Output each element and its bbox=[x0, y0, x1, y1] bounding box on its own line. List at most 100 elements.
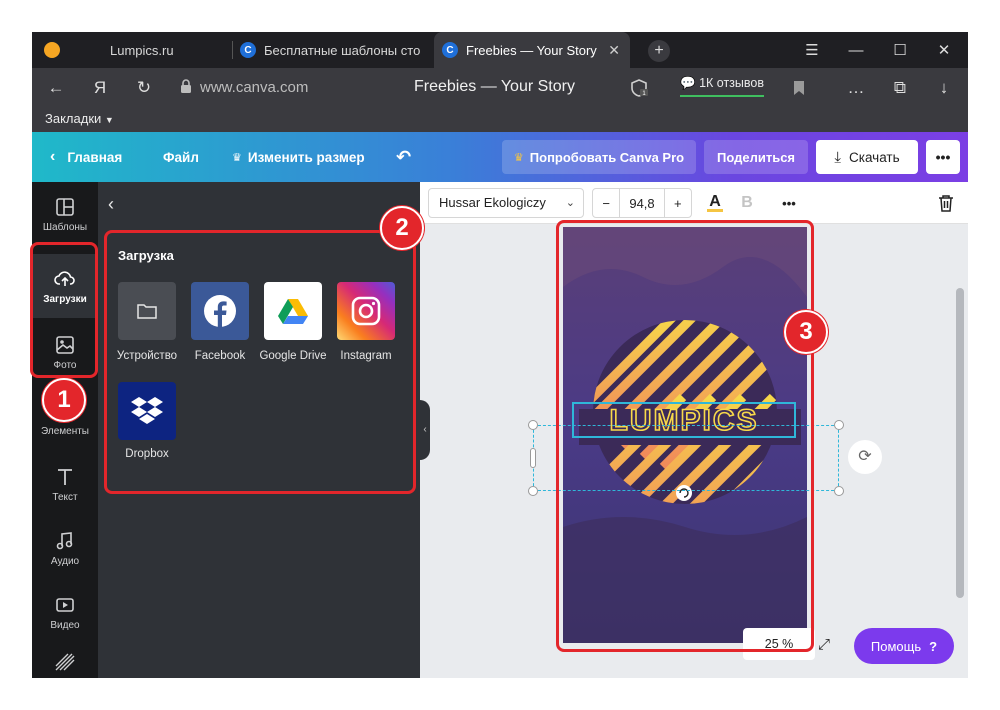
reviews-button[interactable]: 💬 1К отзывов bbox=[680, 76, 764, 97]
font-selector[interactable]: Hussar Ekologiczy ⌄ bbox=[428, 188, 584, 218]
nav-templates[interactable]: Шаблоны bbox=[32, 182, 98, 246]
resize-handle[interactable] bbox=[834, 486, 844, 496]
file-menu[interactable]: Файл bbox=[163, 132, 199, 182]
nav-label: Видео bbox=[50, 619, 80, 631]
download-icon: ⤓ bbox=[834, 148, 841, 166]
nav-audio[interactable]: Аудио bbox=[32, 516, 98, 580]
annotation-box-2 bbox=[104, 230, 416, 494]
annotation-badge-1: 1 bbox=[42, 378, 86, 422]
resize-button[interactable]: ♛ Изменить размер bbox=[232, 132, 365, 182]
tab-divider bbox=[232, 41, 233, 59]
annotation-box-3 bbox=[556, 220, 814, 652]
chat-bubble-icon: 💬 bbox=[680, 76, 696, 90]
new-tab-button[interactable]: + bbox=[648, 40, 670, 62]
decrease-size-button[interactable]: − bbox=[593, 189, 621, 217]
editor-toolbar: Hussar Ekologiczy ⌄ − 94,8 + A B ••• bbox=[420, 182, 968, 224]
reload-icon[interactable]: ↻ bbox=[132, 76, 156, 100]
annotation-badge-2: 2 bbox=[380, 206, 424, 250]
tab-lumpics[interactable]: Lumpics.ru bbox=[40, 32, 230, 68]
music-icon bbox=[56, 531, 73, 549]
resize-handle[interactable] bbox=[528, 486, 538, 496]
text-icon bbox=[58, 468, 72, 485]
bookmarks-label: Закладки bbox=[45, 111, 102, 126]
nav-video[interactable]: Видео bbox=[32, 580, 98, 644]
question-mark-icon: ? bbox=[929, 638, 938, 654]
tab-label: Бесплатные шаблоны сто bbox=[264, 42, 421, 58]
more-toolbar-button[interactable]: ••• bbox=[776, 190, 802, 216]
nav-text[interactable]: Текст bbox=[32, 452, 98, 516]
panel-back-icon[interactable]: ‹ bbox=[108, 194, 114, 215]
home-button[interactable]: ‹ Главная bbox=[50, 132, 122, 182]
font-size-value[interactable]: 94,8 bbox=[620, 189, 663, 217]
side-handle[interactable] bbox=[530, 448, 536, 468]
minimize-icon[interactable]: — bbox=[836, 32, 876, 68]
tab-canva-templates[interactable]: C Бесплатные шаблоны сто bbox=[240, 32, 430, 68]
vertical-scrollbar[interactable] bbox=[954, 232, 966, 658]
page-title: Freebies — Your Story bbox=[414, 78, 575, 95]
rotate-comment-icon[interactable]: ⟳ bbox=[848, 440, 882, 474]
reviews-underline bbox=[680, 95, 764, 97]
url-field[interactable]: www.canva.com bbox=[200, 79, 308, 96]
back-arrow-icon[interactable]: ← bbox=[44, 76, 68, 100]
background-pattern-icon[interactable] bbox=[54, 652, 76, 672]
canva-icon: C bbox=[240, 42, 256, 58]
bookmark-icon[interactable] bbox=[792, 80, 806, 96]
tab-freebies[interactable]: C Freebies — Your Story ✕ bbox=[434, 32, 630, 68]
reviews-label: 1К отзывов bbox=[699, 76, 764, 90]
nav-label: Текст bbox=[52, 491, 78, 503]
text-color-letter: A bbox=[709, 192, 721, 210]
tab-label: Freebies — Your Story bbox=[466, 42, 597, 58]
download-arrow-icon[interactable]: ↓ bbox=[932, 76, 956, 100]
canva-icon: C bbox=[442, 42, 458, 58]
resize-handle[interactable] bbox=[834, 420, 844, 430]
nav-label: Элементы bbox=[41, 425, 89, 437]
lock-icon bbox=[181, 79, 191, 93]
close-tab-icon[interactable]: ✕ bbox=[608, 42, 620, 59]
more-options-button[interactable]: ••• bbox=[926, 140, 960, 174]
shield-icon[interactable]: 1 bbox=[630, 78, 650, 98]
home-label: Главная bbox=[67, 149, 123, 165]
more-dots-icon[interactable]: … bbox=[844, 76, 868, 100]
extensions-icon[interactable]: ⧉ bbox=[888, 76, 912, 100]
bookmarks-bar[interactable]: Закладки ▼ bbox=[32, 108, 968, 132]
try-pro-label: Попробовать Canva Pro bbox=[529, 149, 685, 165]
download-button[interactable]: ⤓ Скачать bbox=[816, 140, 918, 174]
menu-icon[interactable]: ☰ bbox=[792, 32, 832, 68]
font-size-stepper[interactable]: − 94,8 + bbox=[592, 188, 692, 218]
download-label: Скачать bbox=[849, 149, 900, 165]
collapse-panel-handle[interactable]: ‹ bbox=[420, 400, 430, 460]
crown-icon: ♛ bbox=[232, 151, 242, 164]
increase-size-button[interactable]: + bbox=[663, 189, 691, 217]
fullscreen-icon[interactable]: ⤢ bbox=[818, 636, 830, 653]
resize-handle[interactable] bbox=[528, 420, 538, 430]
undo-icon[interactable]: ↶ bbox=[396, 132, 411, 182]
bold-button[interactable]: B bbox=[734, 190, 760, 216]
chevron-left-icon: ‹ bbox=[50, 148, 56, 165]
maximize-icon[interactable]: ☐ bbox=[880, 32, 920, 68]
crown-icon: ♛ bbox=[513, 151, 524, 164]
chevron-down-icon: ⌄ bbox=[565, 197, 575, 209]
close-window-icon[interactable]: ✕ bbox=[924, 32, 964, 68]
try-pro-button[interactable]: ♛ Попробовать Canva Pro bbox=[502, 140, 696, 174]
canva-header: ‹ Главная Файл ♛ Изменить размер ↶ ♛ Поп… bbox=[32, 132, 968, 182]
share-button[interactable]: Поделиться bbox=[704, 140, 808, 174]
trash-icon[interactable] bbox=[938, 194, 954, 212]
caret-down-icon: ▼ bbox=[104, 115, 114, 125]
orange-dot-icon bbox=[44, 42, 60, 58]
nav-label: Аудио bbox=[50, 555, 80, 567]
video-icon bbox=[56, 597, 74, 612]
font-name: Hussar Ekologiczy bbox=[439, 195, 546, 210]
help-label: Помощь bbox=[870, 638, 922, 654]
nav-label: Шаблоны bbox=[42, 221, 88, 233]
yandex-icon[interactable]: Я bbox=[88, 76, 112, 100]
scroll-thumb[interactable] bbox=[956, 288, 964, 598]
tab-label: Lumpics.ru bbox=[110, 42, 174, 58]
help-button[interactable]: Помощь ? bbox=[854, 628, 954, 664]
tab-strip: Lumpics.ru C Бесплатные шаблоны сто C Fr… bbox=[32, 32, 968, 68]
text-color-swatch bbox=[707, 208, 723, 212]
annotation-badge-3: 3 bbox=[784, 310, 828, 354]
annotation-box-1 bbox=[30, 242, 98, 378]
address-bar: ← Я ↻ www.canva.com Freebies — Your Stor… bbox=[32, 68, 968, 108]
templates-icon bbox=[56, 197, 74, 216]
text-color-button[interactable]: A bbox=[702, 190, 728, 216]
